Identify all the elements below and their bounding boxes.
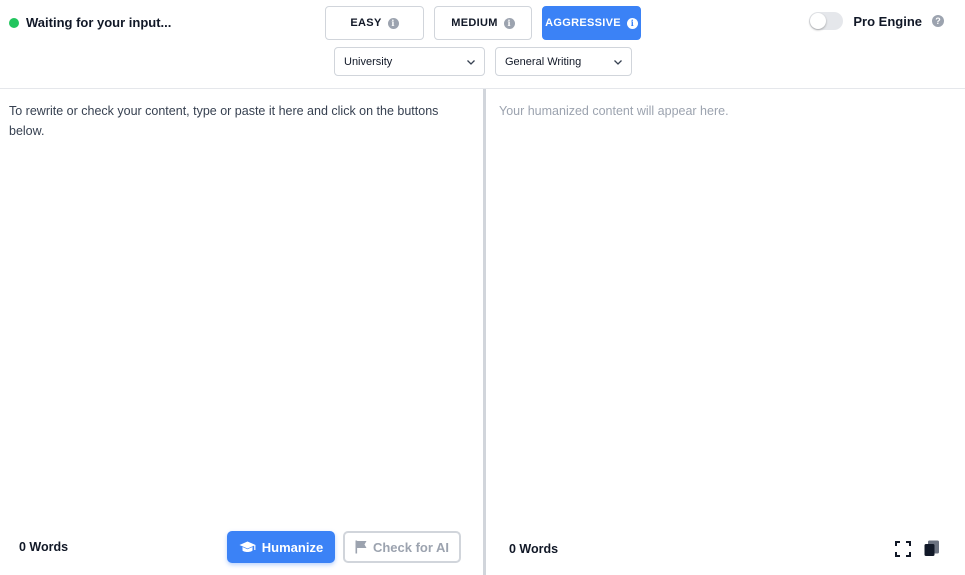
top-bar: Waiting for your input... EASY i MEDIUM … bbox=[0, 0, 965, 89]
humanize-label: Humanize bbox=[261, 539, 324, 555]
mode-medium-label: MEDIUM bbox=[451, 17, 498, 29]
check-for-ai-label: Check for AI bbox=[372, 539, 450, 555]
pro-engine-label: Pro Engine bbox=[853, 13, 922, 29]
status-indicator: Waiting for your input... bbox=[9, 15, 171, 30]
mode-medium-button[interactable]: MEDIUM i bbox=[434, 6, 532, 40]
output-pane: Your humanized content will appear here.… bbox=[486, 89, 965, 575]
input-word-count: 0 Words bbox=[19, 540, 69, 554]
output-placeholder: Your humanized content will appear here. bbox=[499, 104, 729, 118]
input-pane[interactable]: To rewrite or check your content, type o… bbox=[0, 89, 483, 575]
check-for-ai-button[interactable]: Check for AI bbox=[343, 531, 461, 563]
pro-engine-control: Pro Engine ? bbox=[809, 12, 944, 30]
mode-easy-label: EASY bbox=[350, 17, 382, 29]
toggle-knob bbox=[810, 13, 827, 29]
chevron-down-icon bbox=[467, 59, 475, 65]
mode-easy-button[interactable]: EASY i bbox=[325, 6, 424, 40]
flag-icon bbox=[355, 540, 367, 554]
level-select[interactable]: University bbox=[334, 47, 485, 76]
fullscreen-icon[interactable] bbox=[894, 540, 912, 558]
pro-engine-toggle[interactable] bbox=[809, 12, 844, 30]
mode-aggressive-button[interactable]: AGGRESSIVE i bbox=[542, 6, 641, 40]
graduation-cap-icon bbox=[239, 541, 256, 552]
output-word-count: 0 Words bbox=[509, 542, 559, 556]
info-icon[interactable]: i bbox=[626, 17, 638, 29]
info-icon[interactable]: i bbox=[387, 17, 399, 29]
mode-aggressive-label: AGGRESSIVE bbox=[545, 17, 621, 29]
purpose-select[interactable]: General Writing bbox=[495, 47, 632, 76]
purpose-select-value: General Writing bbox=[505, 55, 582, 68]
input-placeholder[interactable]: To rewrite or check your content, type o… bbox=[9, 101, 474, 141]
humanize-button[interactable]: Humanize bbox=[227, 531, 335, 563]
status-text: Waiting for your input... bbox=[26, 15, 172, 30]
status-dot-icon bbox=[9, 17, 19, 28]
level-select-value: University bbox=[344, 55, 393, 68]
info-icon[interactable]: i bbox=[503, 17, 515, 29]
help-icon[interactable]: ? bbox=[932, 15, 944, 27]
copy-icon[interactable] bbox=[923, 539, 941, 557]
chevron-down-icon bbox=[614, 59, 622, 65]
